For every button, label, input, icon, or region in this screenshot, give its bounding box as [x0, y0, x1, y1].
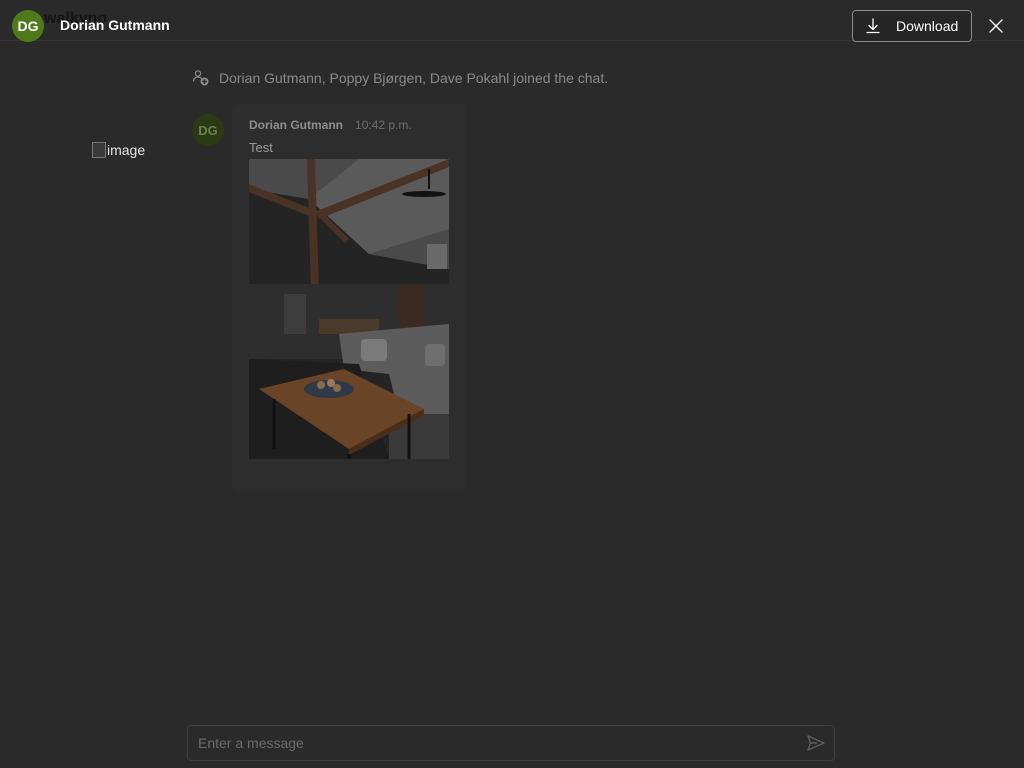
message-composer — [187, 725, 835, 761]
message-avatar: DG — [192, 114, 224, 146]
viewer-header: DG Dorian Gutmann Download — [0, 0, 1024, 42]
message-bubble: Dorian Gutmann 10:42 p.m. Test — [232, 104, 466, 492]
system-message-text: Dorian Gutmann, Poppy Bjørgen, Dave Poka… — [219, 70, 609, 86]
people-added-icon — [192, 70, 209, 86]
room-photo — [249, 159, 449, 459]
message-time: 10:42 p.m. — [355, 118, 412, 132]
message-input[interactable] — [196, 734, 806, 752]
close-icon — [989, 19, 1003, 33]
system-message: Dorian Gutmann, Poppy Bjørgen, Dave Poka… — [192, 68, 608, 88]
sender-name: Dorian Gutmann — [60, 17, 170, 33]
message-text: Test — [249, 140, 273, 155]
avatar: DG — [12, 10, 44, 42]
broken-image-icon — [92, 142, 106, 158]
send-icon[interactable] — [806, 733, 826, 753]
download-label: Download — [896, 18, 959, 34]
broken-image: image — [92, 142, 145, 158]
message-header: Dorian Gutmann 10:42 p.m. — [249, 118, 412, 132]
close-button[interactable] — [984, 14, 1008, 38]
chat-background: walkyno image Dorian Gutmann, Poppy Bjør… — [0, 0, 1024, 768]
broken-image-alt: image — [107, 142, 146, 158]
message-author: Dorian Gutmann — [249, 118, 344, 132]
message-image[interactable] — [249, 159, 449, 459]
download-button[interactable]: Download — [852, 10, 972, 42]
download-icon — [866, 18, 880, 34]
